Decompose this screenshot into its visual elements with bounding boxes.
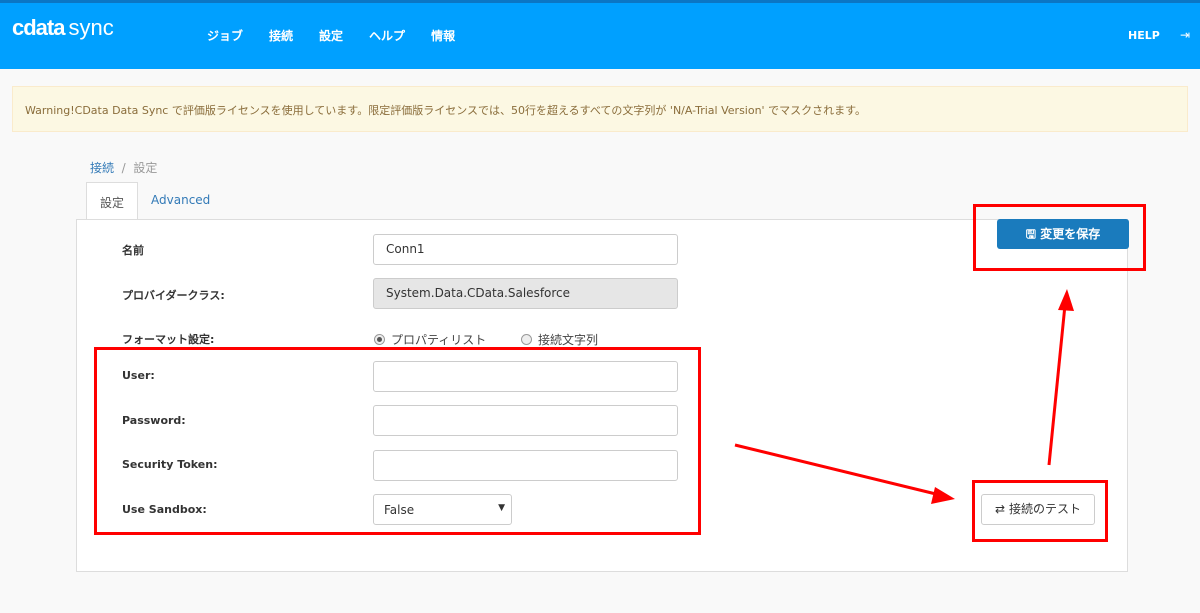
annotation-arrows <box>734 289 1074 504</box>
